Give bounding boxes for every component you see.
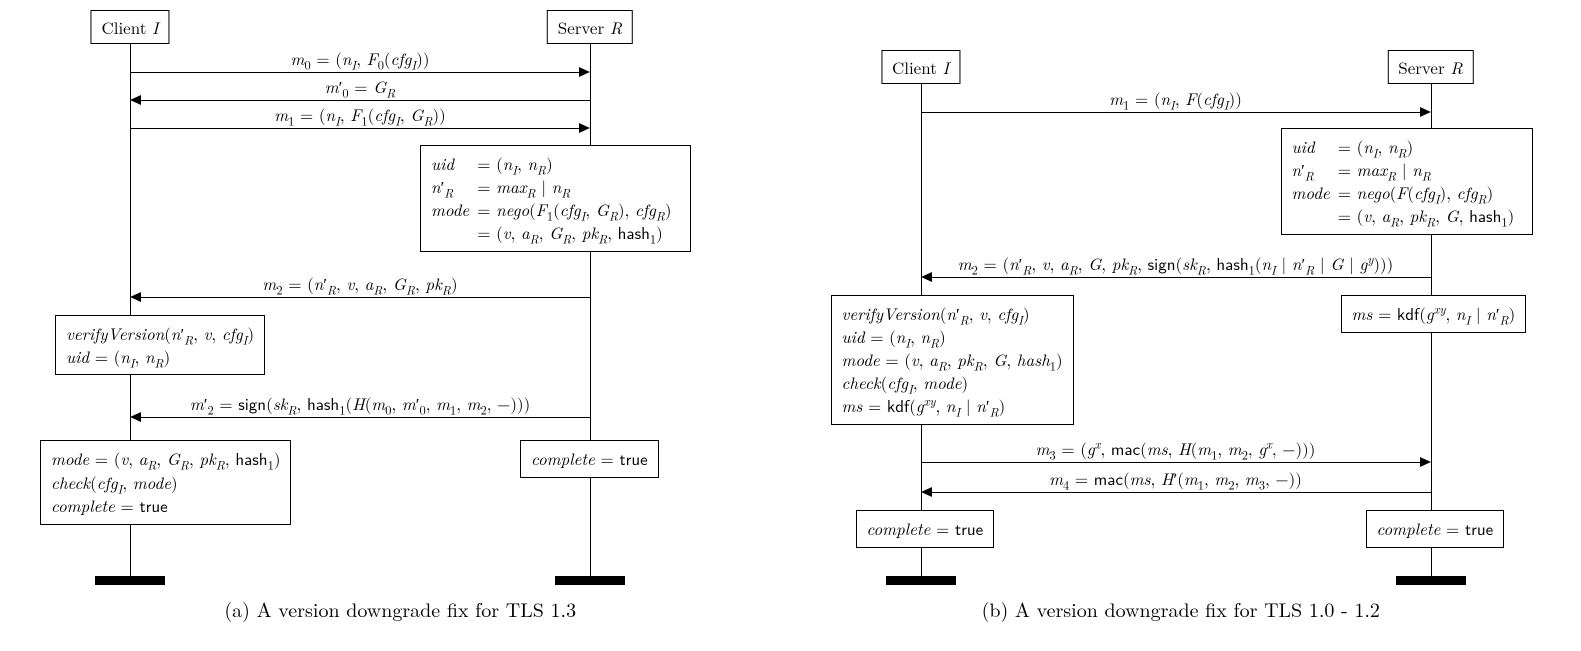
panel-tls10-12: Client I Server R m1 = (nI, F(cfgI)) uid… [811, 10, 1552, 623]
head-client: Client I [881, 50, 960, 84]
arrow-head [130, 95, 141, 105]
endbar-server [555, 576, 625, 585]
arrow [130, 72, 579, 73]
panel-tls13: Client I Server R m0 = (nI, F0(cfgI)) m′… [30, 10, 771, 623]
head-server: Server R [547, 10, 633, 44]
lifeline-server [590, 40, 591, 576]
endbar-client [886, 576, 956, 585]
arrow-head [921, 272, 932, 282]
msg-m0p: m′0 = GR [325, 78, 396, 95]
arrow-head [130, 292, 141, 302]
caption-a: (a) A version downgrade fix for TLS 1.3 [30, 594, 771, 623]
endbar-server [1396, 576, 1466, 585]
endbar-client [95, 576, 165, 585]
arrow [141, 100, 590, 101]
head-client: Client I [90, 10, 169, 44]
msg-m2: m2 = (n′R, v, aR, G, pkR, sign(skR, hash… [958, 255, 1393, 272]
msg-m2p: m′2 = sign(skR, hash1(H(m0, m′0, m1, m2,… [190, 395, 530, 412]
msg-m1: m1 = (nI, F1(cfgI, GR)) [274, 106, 446, 123]
msg-m3: m3 = (gx, mac(ms, H(m1, m2, gx, −))) [1036, 440, 1316, 457]
msg-m0: m0 = (nI, F0(cfgI)) [291, 50, 430, 67]
note-server-complete: complete = true [520, 440, 659, 478]
arrow-head [579, 67, 590, 77]
note-server-ms: ms = kdf(gxy, nI | n′R) [1341, 295, 1527, 333]
arrow [921, 462, 1420, 463]
head-server: Server R [1387, 50, 1473, 84]
caption-b: (b) A version downgrade fix for TLS 1.0 … [811, 594, 1552, 623]
note-server-nego: uid= (nI, nR)n′R= maxR | nRmode= nego(F(… [1281, 128, 1534, 235]
arrow [921, 112, 1420, 113]
arrow [932, 492, 1431, 493]
arrow-head [921, 487, 932, 497]
arrow [141, 297, 590, 298]
note-server-nego: uid= (nI, nR)n′R= maxR | nRmode= nego(F1… [420, 145, 691, 252]
arrow-head [130, 412, 141, 422]
sequence-diagram-a: Client I Server R m0 = (nI, F0(cfgI)) m′… [30, 10, 771, 590]
arrow [130, 128, 579, 129]
note-server-complete: complete = true [1366, 510, 1505, 548]
arrow-head [1420, 107, 1431, 117]
msg-m1: m1 = (nI, F(cfgI)) [1109, 90, 1242, 107]
note-client-verify: verifyVersion(n′R, v, cfgI)uid = (nI, nR… [831, 295, 1074, 425]
sequence-diagram-b: Client I Server R m1 = (nI, F(cfgI)) uid… [811, 10, 1552, 590]
arrow-head [1420, 457, 1431, 467]
note-client-complete: mode = (v, aR, GR, pkR, hash1)check(cfgI… [40, 440, 291, 525]
note-client-complete: complete = true [856, 510, 995, 548]
msg-m4: m4 = mac(ms, H′(m1, m2, m3, −)) [1049, 470, 1302, 487]
msg-m2: m2 = (n′R, v, aR, GR, pkR) [262, 275, 457, 292]
arrow [932, 277, 1431, 278]
arrow [141, 417, 590, 418]
note-client-verify: verifyVersion(n′R, v, cfgI)uid = (nI, nR… [55, 315, 265, 375]
arrow-head [579, 123, 590, 133]
